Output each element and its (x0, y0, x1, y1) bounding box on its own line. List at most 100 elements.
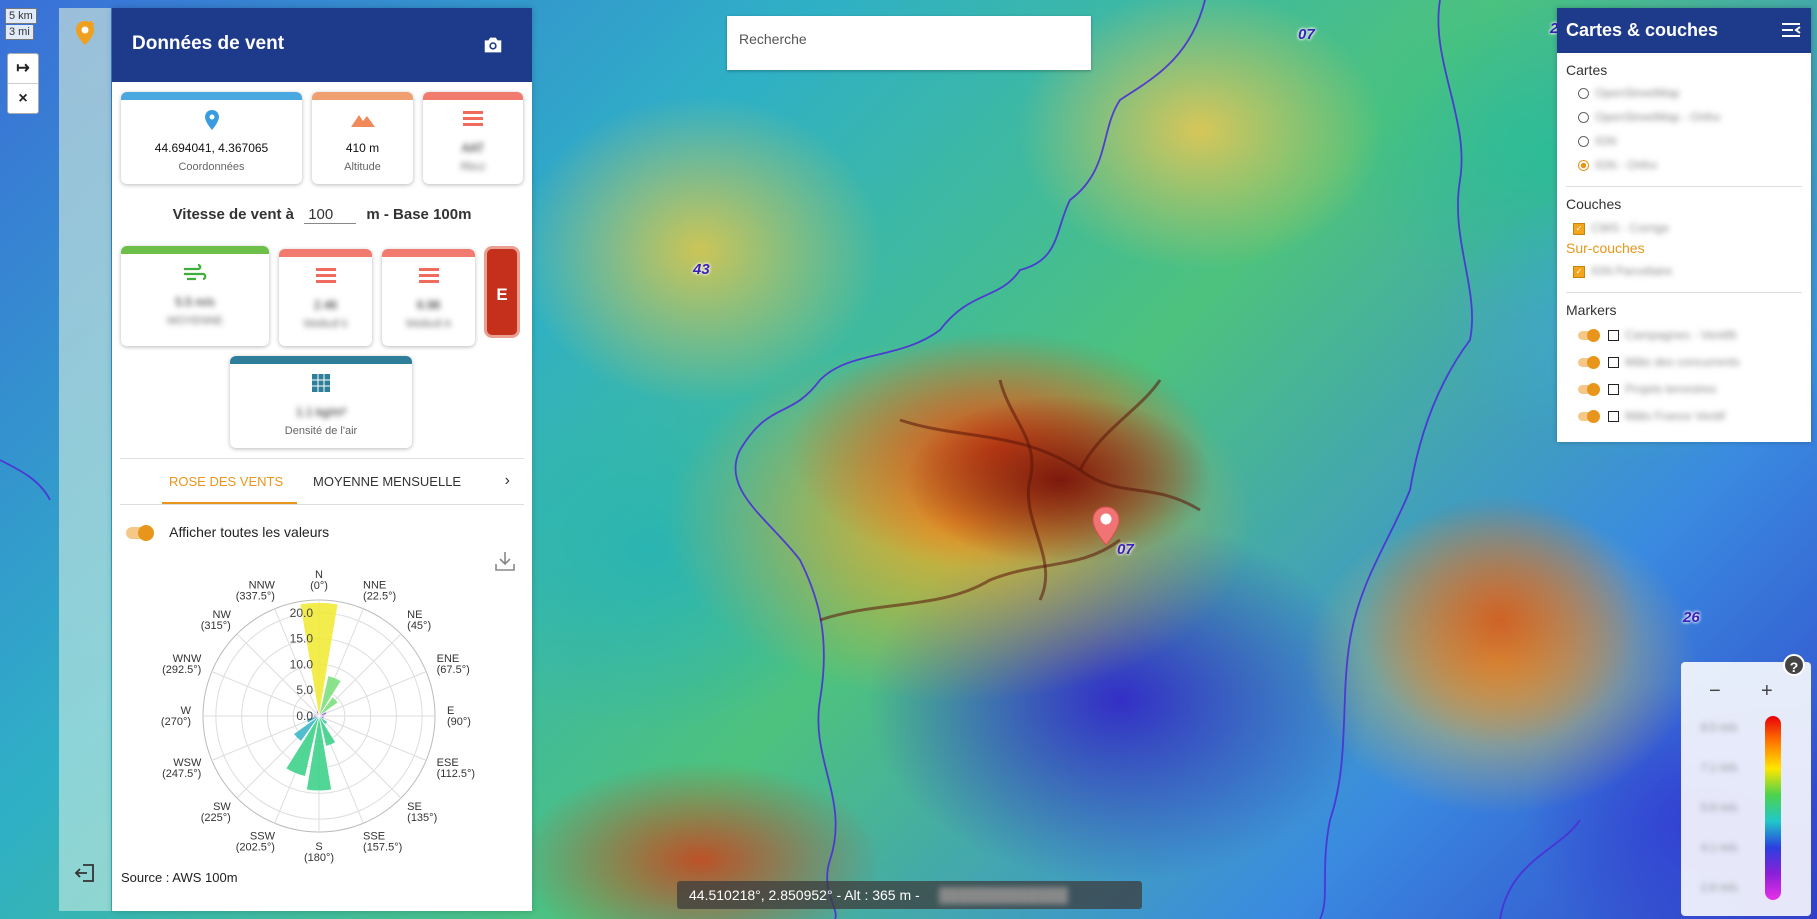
search-input[interactable]: Recherche (727, 16, 1091, 70)
radio-button[interactable] (1578, 112, 1589, 124)
angular-gridline (236, 633, 320, 717)
direction-degree-label: (45°) (407, 620, 431, 632)
wind-rose-chart: 0.05.010.015.020.0N(0°) NNE(22.5°)NE(45°)… (161, 569, 475, 864)
tab-monthly-mean[interactable]: MOYENNE MENSUELLE (313, 474, 461, 489)
radial-tick-label: 5.0 (296, 683, 313, 697)
marker-toggle[interactable] (1578, 410, 1600, 424)
grid-icon (230, 373, 412, 397)
zoom-in-button[interactable]: + (1761, 680, 1773, 703)
download-icon[interactable] (494, 550, 516, 572)
weibull-k-card: 2.46 Weibull k (279, 249, 372, 346)
legend-label: 2.6 m/s (1701, 882, 1738, 894)
mean-wind-label: MOYENNE (167, 315, 223, 327)
marker-option-label: Mâts France Ventif (1625, 409, 1726, 423)
color-legend: − + 8.5 m/s 7.1 m/s 5.6 m/s 4.1 m/s 2.6 … (1681, 662, 1811, 916)
location-marker-icon[interactable] (1092, 506, 1120, 546)
direction-degree-label: (112.5°) (437, 768, 475, 780)
chart-tabs: ROSE DES VENTS MOYENNE MENSUELLE › (120, 460, 524, 505)
weibull-a-value: 6.98 (416, 298, 441, 312)
list-icon (382, 266, 475, 290)
wind-speed-row: Vitesse de vent à 100 m - Base 100m (112, 206, 532, 224)
expand-panel-button[interactable]: ↦ (8, 54, 38, 83)
close-panel-button[interactable]: × (8, 83, 38, 113)
radio-button[interactable] (1578, 88, 1589, 100)
angular-gridline (318, 715, 402, 799)
checkbox[interactable] (1608, 357, 1619, 369)
mountain-icon (312, 109, 413, 133)
marker-option[interactable]: Mâts France Ventif (1578, 409, 1726, 424)
direction-degree-label: (315°) (201, 620, 231, 632)
chevron-right-icon[interactable]: › (505, 472, 510, 490)
card-topbar (312, 92, 413, 100)
altitude-label: Altitude (344, 161, 381, 173)
map-option[interactable]: OpenStreetMap (1578, 86, 1680, 100)
side-toolbar (59, 8, 111, 911)
radio-button[interactable] (1578, 136, 1589, 148)
direction-degree-label: (337.5°) (236, 590, 275, 602)
card-topbar (121, 92, 302, 100)
checkbox[interactable] (1608, 384, 1619, 396)
radial-tick-label: 0.0 (296, 709, 313, 723)
weibull-k-label: Weibull k (303, 318, 348, 330)
checkbox-checked[interactable]: ✓ (1573, 222, 1585, 235)
layer-option[interactable]: ✓ CWS - Corrige (1573, 221, 1669, 235)
add-marker-icon[interactable] (59, 20, 111, 52)
checkbox-checked[interactable]: ✓ (1573, 265, 1585, 278)
zoom-out-button[interactable]: − (1709, 680, 1721, 703)
direction-degree-label: (135°) (407, 812, 437, 824)
layers-header: Cartes & couches (1557, 8, 1811, 53)
coordinates-value: 44.694041, 4.367065 (154, 141, 269, 155)
direction-degree-label: (0°) (310, 580, 328, 592)
map-option[interactable]: OpenStreetMap - Ortho (1578, 110, 1720, 124)
altitude-value: 410 m (345, 141, 380, 155)
weibull-k-value: 2.46 (313, 298, 338, 312)
layers-panel: Cartes & couches Cartes OpenStreetMap Op… (1557, 8, 1811, 442)
map-option-label: OpenStreetMap - Ortho (1595, 110, 1721, 124)
overlay-option[interactable]: ✓ IGN Parcellaire (1573, 264, 1672, 278)
overlays-section-title: Sur-couches (1566, 240, 1645, 256)
panel-header: Données de vent (112, 8, 532, 82)
checkbox[interactable] (1608, 330, 1619, 342)
speed-suffix: m - Base 100m (366, 206, 472, 223)
direction-degree-label: (22.5°) (363, 590, 396, 602)
marker-toggle[interactable] (1578, 383, 1600, 397)
info-card: AAT Rbcz (423, 92, 523, 184)
coordinates-readout: 44.510218°, 2.850952° - Alt : 365 m - (689, 887, 920, 903)
marker-option[interactable]: Mâts des concurrents (1578, 355, 1740, 370)
marker-option[interactable]: Campagnes - Ventifit (1578, 328, 1737, 343)
cursor-coordinates: 44.510218°, 2.850952° - Alt : 365 m - ██… (677, 881, 1142, 909)
logout-icon[interactable] (59, 863, 111, 889)
direction-degree-label: (180°) (304, 852, 334, 864)
direction-degree-label: (270°) (161, 716, 191, 728)
marker-option-label: Campagnes - Ventifit (1625, 328, 1737, 342)
panel-title: Données de vent (132, 33, 285, 54)
show-all-values-toggle[interactable] (126, 525, 154, 542)
help-icon[interactable]: ? (1783, 654, 1805, 676)
divider (1566, 186, 1802, 187)
air-density-card: 1.1 kg/m³ Densité de l'air (230, 356, 412, 448)
camera-icon[interactable] (482, 34, 504, 56)
search-placeholder: Recherche (739, 31, 807, 47)
speed-prefix: Vitesse de vent à (172, 206, 295, 223)
marker-option[interactable]: Projets terrestres (1578, 382, 1716, 397)
height-input[interactable]: 100 (304, 206, 357, 224)
weibull-a-label: Weibull A (405, 318, 452, 330)
source-label: Source : AWS 100m (121, 870, 238, 885)
map-option[interactable]: IGN - Ortho (1578, 158, 1657, 172)
overlay-option-label: IGN Parcellaire (1591, 264, 1673, 278)
list-icon (279, 266, 372, 290)
dept-label: 26 (1683, 609, 1700, 626)
export-e-button[interactable]: E (484, 246, 520, 338)
card-topbar (121, 246, 269, 254)
info-label: Rbcz (460, 161, 486, 173)
marker-toggle[interactable] (1578, 329, 1600, 343)
radio-button-selected[interactable] (1578, 160, 1589, 172)
checkbox[interactable] (1608, 411, 1619, 423)
wind-icon (121, 263, 269, 287)
tab-wind-rose[interactable]: ROSE DES VENTS (169, 474, 283, 489)
collapse-menu-icon[interactable] (1781, 22, 1801, 38)
scale-km: 5 km (5, 8, 37, 24)
map-option[interactable]: IGN (1578, 134, 1616, 148)
marker-toggle[interactable] (1578, 356, 1600, 370)
radial-tick-label: 20.0 (290, 606, 314, 620)
